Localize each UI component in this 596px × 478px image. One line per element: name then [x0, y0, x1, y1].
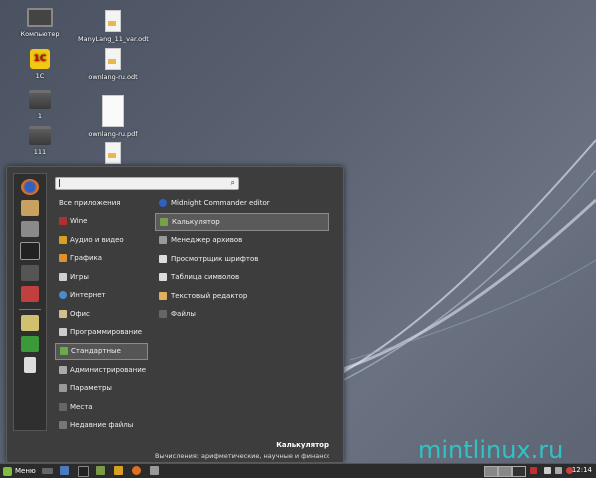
pdf-icon [102, 95, 124, 127]
menu-button[interactable]: Меню [3, 465, 36, 477]
firefox-icon[interactable] [21, 179, 39, 195]
office-icon [59, 310, 67, 318]
document-icon [105, 142, 121, 164]
desktop-icon-ownlang-odt[interactable]: ownlang-ru.odt [78, 48, 148, 81]
desktop-icon-manylang-odt[interactable]: ManyLang_11_var.odt [78, 10, 149, 43]
text-editor-icon [159, 292, 167, 300]
desktop-icon-folder-1[interactable]: 1 [5, 90, 75, 120]
category-programming[interactable]: Программирование [55, 325, 148, 340]
display-icon[interactable] [21, 315, 39, 331]
category-places[interactable]: Места [55, 400, 148, 415]
workspace-3[interactable] [512, 466, 526, 477]
package-icon[interactable] [21, 200, 39, 216]
desktop-icon-folder-111[interactable]: 111 [5, 126, 75, 156]
category-preferences[interactable]: Параметры [55, 381, 148, 396]
category-internet[interactable]: Интернет [55, 288, 148, 303]
onec-icon: 1С [30, 49, 50, 69]
graphics-icon [59, 254, 67, 262]
places-icon [59, 403, 67, 411]
archive-icon [159, 236, 167, 244]
favorites-sidebar [13, 173, 47, 431]
logout-icon[interactable] [21, 336, 39, 352]
shutdown-icon[interactable] [24, 357, 36, 373]
computer-icon [27, 8, 53, 27]
document-icon [105, 48, 121, 70]
folder-icon [29, 126, 51, 145]
font-viewer-icon [159, 255, 167, 263]
search-icon: ⌕ [230, 178, 235, 187]
calculator-icon [160, 218, 168, 226]
app-character-map[interactable]: Таблица символов [155, 270, 329, 285]
category-recent-files[interactable]: Недавние файлы [55, 418, 148, 433]
keyboard-layout-icon[interactable] [530, 467, 537, 474]
recent-files-icon [59, 421, 67, 429]
app-calculator[interactable]: Калькулятор [155, 213, 329, 231]
files-icon[interactable] [60, 466, 69, 475]
application-menu: ⌕ Все приложения Wine Аудио и видео Граф… [6, 166, 344, 463]
category-office[interactable]: Офис [55, 307, 148, 322]
terminal-icon[interactable] [78, 466, 89, 477]
workspace-1[interactable] [484, 466, 498, 477]
network-icon[interactable] [555, 467, 562, 474]
app-files[interactable]: Файлы [155, 307, 329, 322]
category-all[interactable]: Все приложения [55, 196, 148, 211]
mint-logo-icon [3, 466, 12, 476]
category-administration[interactable]: Администрирование [55, 363, 148, 378]
desktop-icon-1c[interactable]: 1С 1C [5, 49, 75, 80]
desktop-icon-computer[interactable]: Компьютер [5, 8, 75, 38]
app-description-text: Вычисления: арифметические, научные и фи… [155, 452, 329, 460]
firefox-icon[interactable] [132, 466, 141, 475]
app-description-title: Калькулятор [276, 441, 329, 449]
mc-editor-icon [159, 199, 167, 207]
category-audio-video[interactable]: Аудио и видео [55, 233, 148, 248]
desktop-icon-ownlang-pdf[interactable]: ownlang-ru.pdf [78, 95, 148, 138]
terminal-icon[interactable] [20, 242, 40, 260]
category-wine[interactable]: Wine [55, 214, 148, 229]
sidebar-separator [19, 309, 41, 310]
category-graphics[interactable]: Графика [55, 251, 148, 266]
folder-icon[interactable] [114, 466, 123, 475]
character-map-icon [159, 273, 167, 281]
launcher-icon[interactable] [96, 466, 105, 475]
workspace-2[interactable] [498, 466, 512, 477]
wine-icon [59, 217, 67, 225]
app-font-viewer[interactable]: Просмотрщик шрифтов [155, 252, 329, 267]
search-input[interactable]: ⌕ [55, 177, 239, 190]
app-midnight-commander-editor[interactable]: Midnight Commander editor [155, 196, 329, 211]
software-icon[interactable] [21, 286, 39, 302]
games-icon [59, 273, 67, 281]
calculator-icon[interactable] [150, 466, 159, 475]
category-games[interactable]: Игры [55, 270, 148, 285]
folder-icon [29, 90, 51, 109]
show-desktop-icon[interactable] [42, 468, 53, 474]
desktop-icon-partial[interactable] [78, 142, 148, 167]
category-accessories[interactable]: Стандартные [55, 343, 148, 360]
tools-icon[interactable] [21, 221, 39, 237]
folder-icon[interactable] [21, 265, 39, 281]
accessories-icon [60, 347, 68, 355]
bottom-panel: Меню 12:14 [0, 463, 596, 478]
programming-icon [59, 328, 67, 336]
notifications-icon[interactable] [544, 467, 551, 474]
administration-icon [59, 366, 67, 374]
clock[interactable]: 12:14 [572, 464, 592, 477]
preferences-icon [59, 384, 67, 392]
files-icon [159, 310, 167, 318]
internet-icon [59, 291, 67, 299]
app-archive-manager[interactable]: Менеджер архивов [155, 233, 329, 248]
app-text-editor[interactable]: Текстовый редактор [155, 289, 329, 304]
document-icon [105, 10, 121, 32]
multimedia-icon [59, 236, 67, 244]
watermark-text: mintlinux.ru [418, 436, 564, 464]
